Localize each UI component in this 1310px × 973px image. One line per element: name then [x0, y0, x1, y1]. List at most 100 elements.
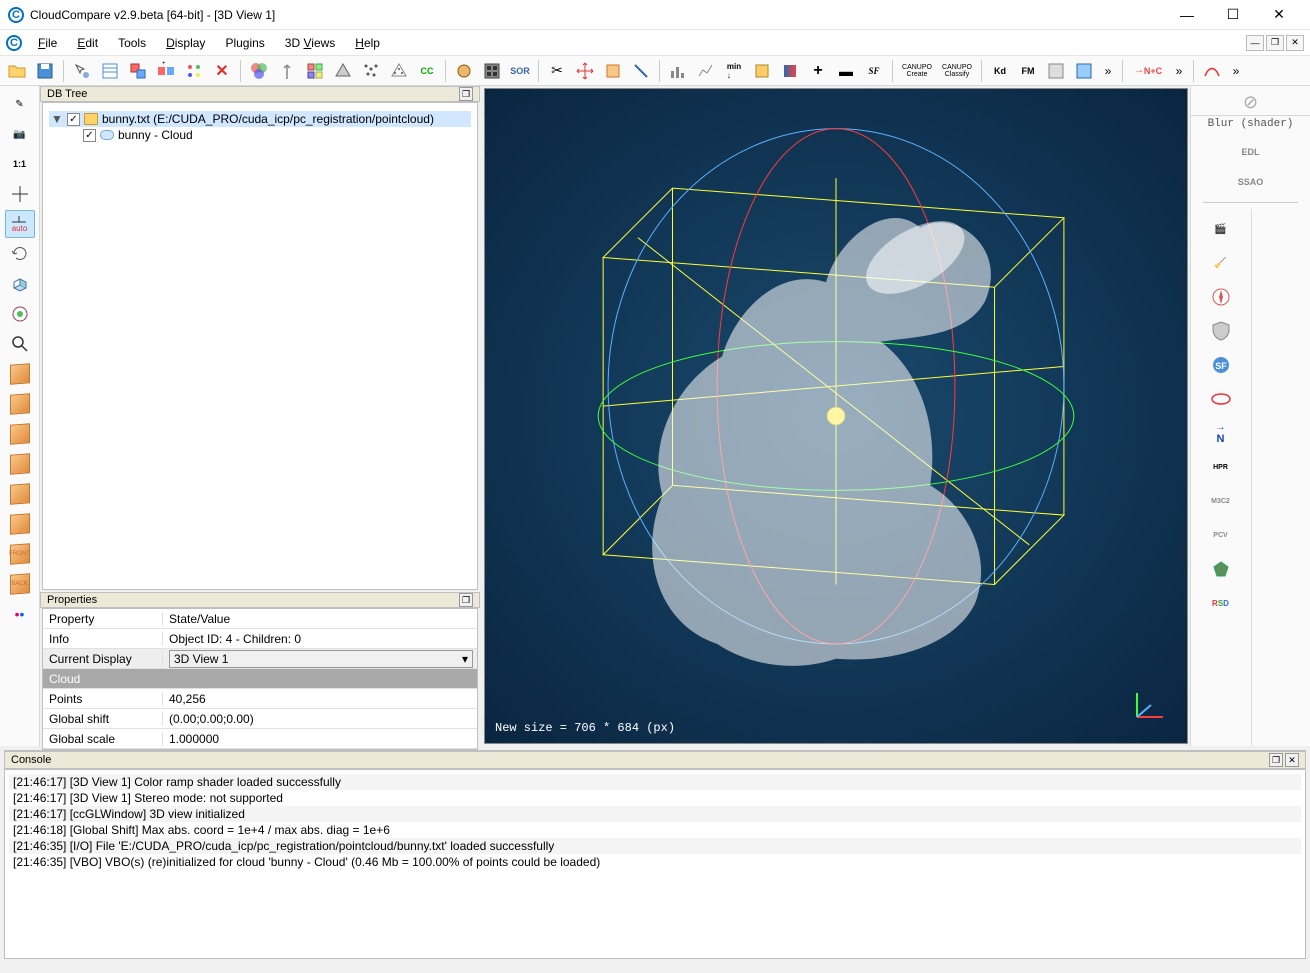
align-button[interactable] — [451, 58, 477, 84]
view-top-button[interactable] — [5, 360, 35, 388]
sf-button[interactable]: SF — [861, 58, 887, 84]
crop-button[interactable] — [600, 58, 626, 84]
menu-edit[interactable]: Edit — [69, 34, 106, 52]
ratio-button[interactable]: 1:1 — [5, 150, 35, 178]
histogram-button[interactable] — [665, 58, 691, 84]
auto-pick-rotation-button[interactable]: auto — [5, 210, 35, 238]
save-extra-button[interactable] — [1043, 58, 1069, 84]
shield-plugin-button[interactable] — [1206, 317, 1236, 345]
delete-button[interactable]: ✕ — [209, 58, 235, 84]
view-iso-back-button[interactable]: BACK — [5, 570, 35, 598]
section-button[interactable] — [628, 58, 654, 84]
normal-vector-button[interactable]: →N — [1206, 419, 1236, 447]
view-bottom-button[interactable] — [5, 510, 35, 538]
nplusc-button[interactable]: →N+C — [1128, 58, 1168, 84]
view-left-button[interactable] — [5, 420, 35, 448]
console-panel[interactable]: [21:46:17] [3D View 1] Color ramp shader… — [4, 769, 1306, 959]
view-right-button[interactable] — [5, 480, 35, 508]
rotation-center-button[interactable] — [5, 300, 35, 328]
properties-button[interactable] — [97, 58, 123, 84]
ransac-plugin-button[interactable] — [1206, 555, 1236, 583]
mdi-close-button[interactable]: ✕ — [1286, 35, 1304, 51]
octree-button[interactable] — [302, 58, 328, 84]
broom-plugin-button[interactable]: 🧹 — [1206, 249, 1236, 277]
rsd-plugin-button[interactable]: RSD — [1206, 589, 1236, 617]
colorize-button[interactable] — [246, 58, 272, 84]
toolbar-more3-button[interactable]: » — [1227, 58, 1245, 84]
pointpick-button[interactable] — [69, 58, 95, 84]
flickr-button[interactable]: •• — [5, 600, 35, 628]
translate-button[interactable] — [572, 58, 598, 84]
menu-3dviews[interactable]: 3D Views — [277, 34, 344, 52]
merge-button[interactable]: + — [153, 58, 179, 84]
left-toolbar: ✎ 📷 1:1 auto FRONT BACK •• — [0, 86, 40, 746]
fm-button[interactable]: FM — [1015, 58, 1041, 84]
sor-filter-button[interactable]: SOR — [507, 58, 533, 84]
pcv-plugin-button[interactable]: PCV — [1206, 521, 1236, 549]
view-iso-front-button[interactable]: FRONT — [5, 540, 35, 568]
ssao-shader-button[interactable]: SSAO — [1236, 168, 1266, 196]
current-display-select[interactable]: 3D View 1▾ — [169, 650, 473, 668]
segment-button[interactable]: ✂ — [544, 58, 570, 84]
window-close-button[interactable]: ✕ — [1256, 0, 1302, 30]
zoom-button[interactable] — [5, 330, 35, 358]
menu-file[interactable]: File — [30, 34, 65, 52]
tree-child-item[interactable]: ✓ bunny - Cloud — [49, 127, 471, 143]
sample-points-button[interactable] — [386, 58, 412, 84]
animation-plugin-button[interactable]: 🎬 — [1206, 215, 1236, 243]
console-close-button[interactable]: ✕ — [1285, 753, 1299, 767]
edl-shader-button[interactable]: EDL — [1236, 138, 1266, 166]
hpr-plugin-button[interactable]: HPR — [1206, 453, 1236, 481]
register-button[interactable] — [479, 58, 505, 84]
properties-float-button[interactable]: ❐ — [459, 593, 473, 607]
subsample-button[interactable] — [181, 58, 207, 84]
fit-plane-button[interactable] — [358, 58, 384, 84]
menu-display[interactable]: Display — [158, 34, 213, 52]
3d-viewport[interactable]: New size = 706 * 684 (px) — [484, 88, 1188, 744]
canupo-create-button[interactable]: CANUPOCreate — [898, 58, 936, 84]
window-minimize-button[interactable]: — — [1164, 0, 1210, 30]
mdi-restore-button[interactable]: ❐ — [1266, 35, 1284, 51]
open-file-button[interactable] — [4, 58, 30, 84]
m3c2-plugin-button[interactable]: M3C2 — [1206, 487, 1236, 515]
tree-root-item[interactable]: ▼ ✓ bunny.txt (E:/CUDA_PRO/cuda_icp/pc_r… — [49, 111, 471, 127]
tree-expand-icon[interactable]: ▼ — [51, 112, 63, 126]
toolbar-more2-button[interactable]: » — [1170, 58, 1188, 84]
graph-button[interactable] — [693, 58, 719, 84]
rotate-button[interactable] — [5, 240, 35, 268]
scalar-gradient-button[interactable] — [777, 58, 803, 84]
scalar-add-button[interactable]: + — [805, 58, 831, 84]
view-front-button[interactable] — [5, 390, 35, 418]
save-button[interactable] — [32, 58, 58, 84]
view-back-button[interactable] — [5, 450, 35, 478]
menu-help[interactable]: Help — [347, 34, 388, 52]
window-maximize-button[interactable]: ☐ — [1210, 0, 1256, 30]
kd-button[interactable]: Kd — [987, 58, 1013, 84]
crosshair-button[interactable] — [5, 180, 35, 208]
dbtree-float-button[interactable]: ❐ — [459, 87, 473, 101]
canupo-classify-button[interactable]: CANUPOClassify — [938, 58, 976, 84]
sf-plugin-button[interactable]: SF — [1206, 351, 1236, 379]
scalar-filter-button[interactable] — [749, 58, 775, 84]
mdi-minimize-button[interactable]: — — [1246, 35, 1264, 51]
iso-view-1-button[interactable] — [5, 270, 35, 298]
curve-tool-button[interactable] — [1199, 58, 1225, 84]
console-float-button[interactable]: ❐ — [1269, 753, 1283, 767]
menu-tools[interactable]: Tools — [110, 34, 154, 52]
menu-plugins[interactable]: Plugins — [217, 34, 272, 52]
snapshot-button[interactable]: 📷 — [5, 120, 35, 148]
scalar-min-button[interactable]: min↓ — [721, 58, 747, 84]
ellipse-plugin-button[interactable] — [1206, 385, 1236, 413]
clone-button[interactable] — [125, 58, 151, 84]
cc-button[interactable]: CC — [414, 58, 440, 84]
app-menu-icon[interactable]: C — [6, 35, 22, 51]
mesh-button[interactable] — [330, 58, 356, 84]
tree-child-checkbox[interactable]: ✓ — [83, 129, 96, 142]
pencil-tool-button[interactable]: ✎ — [5, 90, 35, 118]
scalar-delete-button[interactable]: ▬ — [833, 58, 859, 84]
normals-button[interactable] — [274, 58, 300, 84]
toolbar-more-button[interactable]: » — [1099, 58, 1117, 84]
compass-plugin-button[interactable] — [1206, 283, 1236, 311]
tree-root-checkbox[interactable]: ✓ — [67, 113, 80, 126]
csv-button[interactable] — [1071, 58, 1097, 84]
